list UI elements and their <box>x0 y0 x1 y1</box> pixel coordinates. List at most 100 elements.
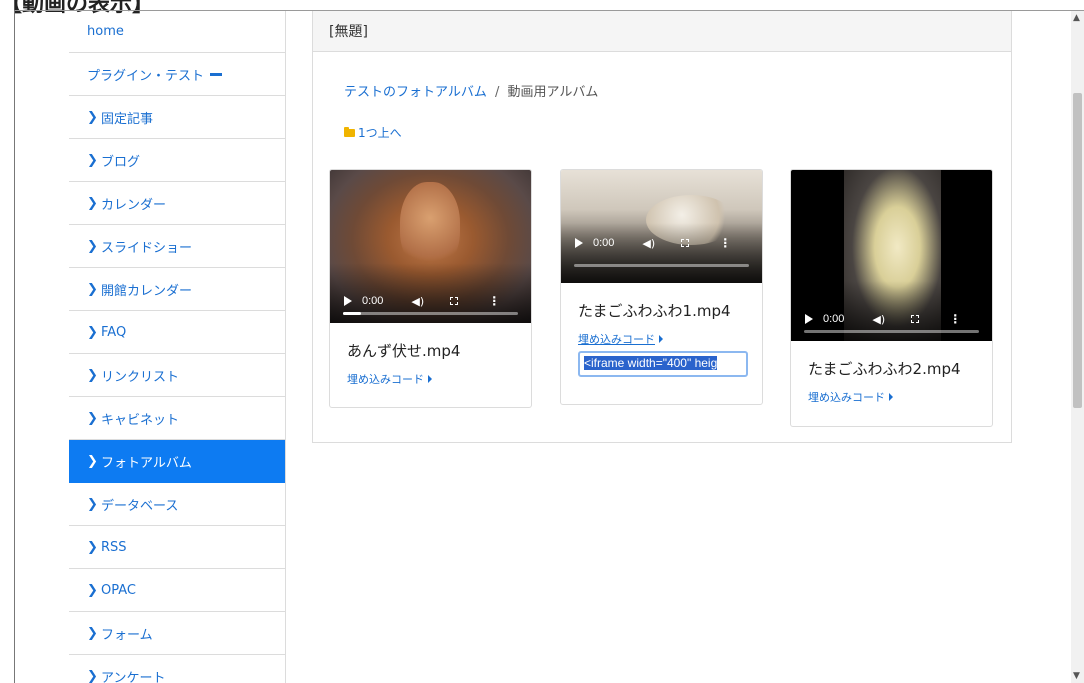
sidebar-item-blog[interactable]: ❯ ブログ <box>69 139 285 182</box>
chevron-right-icon: ❯ <box>87 195 98 211</box>
chevron-right-icon: ❯ <box>87 109 98 125</box>
sidebar-item-label: ブログ <box>101 154 141 170</box>
sidebar-item-label: アンケート <box>101 670 166 683</box>
breadcrumb-current: 動画用アルバム <box>507 85 599 100</box>
video-player[interactable]: 0:00 ◀) ⋮ <box>791 170 992 341</box>
volume-icon[interactable]: ◀) <box>411 295 424 308</box>
page-caption: 【動画の表示】 <box>0 0 155 17</box>
sidebar-item-link-list[interactable]: ❯ リンクリスト <box>69 354 285 397</box>
scrollbar-thumb[interactable] <box>1073 93 1082 408</box>
sidebar-item-label: カレンダー <box>101 197 167 213</box>
video-time: 0:00 <box>362 295 384 307</box>
play-icon[interactable] <box>805 314 813 324</box>
video-card-1: 0:00 ◀) ⋮ あんず伏せ.mp4 埋め込みコード <box>329 169 532 408</box>
sidebar-item-form[interactable]: ❯ フォーム <box>69 612 285 655</box>
panel-title: [無題] <box>329 24 368 40</box>
sidebar-menu: home プラグイン・テスト ❯ 固定記事 ❯ ブログ ❯ カレンダー ❯ スラ… <box>69 11 286 683</box>
chevron-right-icon: ❯ <box>87 324 98 340</box>
chevron-right-icon: ❯ <box>87 625 98 641</box>
embed-code-label: 埋め込みコード <box>347 373 424 386</box>
video-thumbnail <box>400 182 460 272</box>
video-title: たまごふわふわ2.mp4 <box>808 360 961 378</box>
more-options-icon[interactable]: ⋮ <box>719 237 731 249</box>
video-title: たまごふわふわ1.mp4 <box>578 302 731 320</box>
sidebar-item-plugin-test[interactable]: プラグイン・テスト <box>69 53 285 96</box>
up-one-level-link[interactable]: 1つ上へ <box>344 124 402 141</box>
sidebar-item-label: home <box>87 24 124 39</box>
fullscreen-icon[interactable] <box>450 297 459 305</box>
more-options-icon[interactable]: ⋮ <box>949 313 961 325</box>
sidebar-item-label: FAQ <box>101 324 127 340</box>
video-player[interactable]: 0:00 ◀) ⋮ <box>330 170 531 323</box>
chevron-right-icon: ❯ <box>87 410 98 426</box>
chevron-right-icon: ❯ <box>87 152 98 168</box>
sidebar-item-home[interactable]: home <box>69 11 285 53</box>
embed-code-link[interactable]: 埋め込みコード <box>347 371 514 387</box>
chevron-right-icon: ❯ <box>87 281 98 297</box>
video-controls: 0:00 ◀) ⋮ <box>330 291 531 311</box>
volume-icon[interactable]: ◀) <box>872 313 885 326</box>
sidebar-item-faq[interactable]: ❯ FAQ <box>69 311 285 354</box>
chevron-right-icon: ❯ <box>87 453 98 469</box>
breadcrumb-album-link[interactable]: テストのフォトアルバム <box>344 85 487 100</box>
sidebar-item-label: フォーム <box>101 627 153 643</box>
sidebar-item-label: リンクリスト <box>101 369 180 385</box>
video-title: あんず伏せ.mp4 <box>347 342 461 360</box>
fullscreen-icon[interactable] <box>681 239 690 247</box>
video-progress-bar[interactable] <box>804 330 979 333</box>
sidebar-item-label: OPAC <box>101 582 136 598</box>
sidebar-item-label: フォトアルバム <box>101 455 192 471</box>
folder-icon <box>344 126 355 137</box>
sidebar-item-label: キャビネット <box>101 412 180 428</box>
embed-code-label: 埋め込みコード <box>808 391 885 404</box>
video-progress-bar[interactable] <box>574 264 749 267</box>
sidebar-item-fixed-article[interactable]: ❯ 固定記事 <box>69 96 285 139</box>
sidebar-item-opening-calendar[interactable]: ❯ 開館カレンダー <box>69 268 285 311</box>
sidebar-item-label: RSS <box>101 539 127 555</box>
video-time: 0:00 <box>823 313 845 325</box>
video-controls: 0:00 ◀) ⋮ <box>561 233 762 253</box>
sidebar-item-label: 固定記事 <box>101 111 154 127</box>
chevron-right-icon: ❯ <box>87 367 98 383</box>
expanded-dash-icon <box>210 72 223 76</box>
chevron-right-icon: ❯ <box>87 539 98 555</box>
more-options-icon[interactable]: ⋮ <box>488 295 500 307</box>
video-time: 0:00 <box>593 237 615 249</box>
vertical-scrollbar[interactable]: ▲ ▼ <box>1071 11 1084 683</box>
embed-code-field[interactable]: <iframe width="400" heig <box>578 351 748 377</box>
sidebar-item-survey[interactable]: ❯ アンケート <box>69 655 285 683</box>
chevron-right-icon: ❯ <box>87 582 98 598</box>
breadcrumb: テストのフォトアルバム / 動画用アルバム <box>344 81 598 100</box>
chevron-right-icon: ❯ <box>87 668 98 683</box>
chevron-right-icon: ❯ <box>87 238 98 254</box>
caret-right-icon <box>659 335 663 343</box>
volume-icon[interactable]: ◀) <box>642 237 655 250</box>
sidebar-item-label: プラグイン・テスト <box>87 68 205 84</box>
video-progress-bar[interactable] <box>343 312 518 315</box>
chevron-right-icon: ❯ <box>87 496 98 512</box>
sidebar-item-calendar[interactable]: ❯ カレンダー <box>69 182 285 225</box>
panel-header: [無題] <box>313 11 1011 52</box>
video-player[interactable]: 0:00 ◀) ⋮ <box>561 170 762 283</box>
sidebar-item-rss[interactable]: ❯ RSS <box>69 526 285 569</box>
window-left-border <box>14 10 15 683</box>
sidebar-item-opac[interactable]: ❯ OPAC <box>69 569 285 612</box>
embed-code-link[interactable]: 埋め込みコード <box>578 331 745 347</box>
sidebar-item-database[interactable]: ❯ データベース <box>69 483 285 526</box>
scroll-up-arrow-icon[interactable]: ▲ <box>1073 13 1080 23</box>
play-icon[interactable] <box>575 238 583 248</box>
scroll-down-arrow-icon[interactable]: ▼ <box>1073 671 1080 681</box>
sidebar-item-photo-album[interactable]: ❯ フォトアルバム <box>69 440 285 483</box>
sidebar-item-slideshow[interactable]: ❯ スライドショー <box>69 225 285 268</box>
fullscreen-icon[interactable] <box>911 315 920 323</box>
sidebar-item-label: 開館カレンダー <box>101 283 193 299</box>
sidebar-item-label: スライドショー <box>101 240 193 256</box>
sidebar-item-cabinet[interactable]: ❯ キャビネット <box>69 397 285 440</box>
video-card-2: 0:00 ◀) ⋮ たまごふわふわ1.mp4 埋め込みコード <iframe w… <box>560 169 763 405</box>
embed-code-value: <iframe width="400" heig <box>584 356 718 370</box>
breadcrumb-separator: / <box>495 85 500 100</box>
play-icon[interactable] <box>344 296 352 306</box>
caret-right-icon <box>889 393 893 401</box>
video-controls: 0:00 ◀) ⋮ <box>791 309 992 329</box>
embed-code-link[interactable]: 埋め込みコード <box>808 389 975 405</box>
